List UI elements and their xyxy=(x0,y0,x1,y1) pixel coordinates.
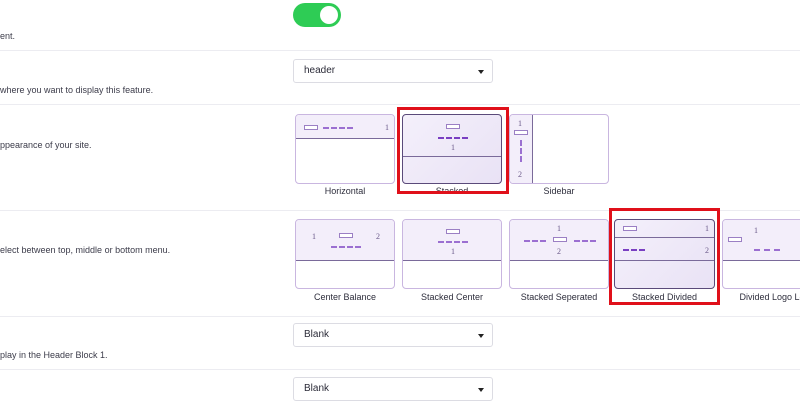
logo-placeholder-icon xyxy=(304,125,318,130)
header-block-2-select-value: Blank xyxy=(304,383,330,394)
menu-placeholder-icon xyxy=(574,240,596,242)
logo-placeholder-icon xyxy=(446,229,460,234)
enable-toggle[interactable] xyxy=(293,3,341,27)
block-number: 2 xyxy=(376,232,380,241)
position-select[interactable]: header xyxy=(293,59,493,83)
block-number: 1 xyxy=(557,224,561,233)
menu-placeholder-icon xyxy=(323,127,353,129)
row-divider xyxy=(0,50,800,51)
menu-placeholder-icon xyxy=(524,240,546,242)
menu-option-stacked-seperated[interactable]: 1 2 xyxy=(509,219,609,289)
row-divider xyxy=(0,104,800,105)
block-number: 1 xyxy=(385,123,389,132)
layout-option-label: Stacked xyxy=(435,186,469,196)
layout-option-label: Sidebar xyxy=(543,186,575,196)
menu-option-center-balance[interactable]: 1 2 xyxy=(295,219,395,289)
position-description: where you want to display this feature. xyxy=(0,85,154,95)
layout-description: ppearance of your site. xyxy=(0,140,92,150)
header-block-2-select[interactable]: Blank xyxy=(293,377,493,401)
toggle-knob xyxy=(320,6,338,24)
menu-option-stacked-divided[interactable]: 1 2 xyxy=(614,219,715,289)
menu-option-label: Stacked Seperated xyxy=(520,292,598,302)
header-block-1-description: play in the Header Block 1. xyxy=(0,350,108,360)
block-number: 1 xyxy=(705,224,709,233)
logo-placeholder-icon xyxy=(446,124,460,129)
menu-placeholder-icon xyxy=(623,249,645,251)
menu-option-label: Center Balance xyxy=(313,292,377,302)
menu-placeholder-icon xyxy=(438,137,468,139)
menu-placeholder-icon xyxy=(438,241,468,243)
enable-description: ent. xyxy=(0,31,16,41)
layout-option-label: Horizontal xyxy=(324,186,366,196)
chevron-down-icon xyxy=(478,334,484,338)
header-divider xyxy=(403,156,501,157)
menu-placeholder-icon xyxy=(331,246,361,248)
header-block-1-select[interactable]: Blank xyxy=(293,323,493,347)
logo-placeholder-icon xyxy=(623,226,637,231)
layout-option-sidebar[interactable]: 1 2 xyxy=(509,114,609,184)
block-number: 2 xyxy=(518,170,522,179)
block-number: 2 xyxy=(705,246,709,255)
menu-option-stacked-center[interactable]: 1 xyxy=(402,219,502,289)
logo-placeholder-icon xyxy=(728,237,742,242)
block-number: 1 xyxy=(451,143,455,152)
menu-style-description: elect between top, middle or bottom menu… xyxy=(0,245,171,255)
chevron-down-icon xyxy=(478,388,484,392)
logo-placeholder-icon xyxy=(514,130,528,135)
row-divider xyxy=(0,369,800,370)
chevron-down-icon xyxy=(478,70,484,74)
row-divider xyxy=(0,210,800,211)
menu-option-label: Divided Logo Le xyxy=(739,292,800,302)
header-divider xyxy=(615,260,714,261)
block-number: 2 xyxy=(557,247,561,256)
logo-placeholder-icon xyxy=(339,233,353,238)
logo-placeholder-icon xyxy=(553,237,567,242)
layout-option-horizontal[interactable]: 1 xyxy=(295,114,395,184)
row-divider xyxy=(0,316,800,317)
header-block-1-select-value: Blank xyxy=(304,329,330,340)
block-number: 1 xyxy=(518,119,522,128)
menu-option-divided-logo-left[interactable]: 1 xyxy=(722,219,800,289)
menu-placeholder-icon xyxy=(754,249,780,251)
block-number: 1 xyxy=(312,232,316,241)
position-select-value: header xyxy=(304,65,336,76)
block-number: 1 xyxy=(754,226,758,235)
header-divider xyxy=(615,237,714,238)
menu-option-label: Stacked Divided xyxy=(631,292,698,302)
menu-option-label: Stacked Center xyxy=(420,292,484,302)
block-number: 1 xyxy=(451,247,455,256)
layout-option-stacked[interactable]: 1 xyxy=(402,114,502,184)
menu-placeholder-icon xyxy=(520,140,522,162)
